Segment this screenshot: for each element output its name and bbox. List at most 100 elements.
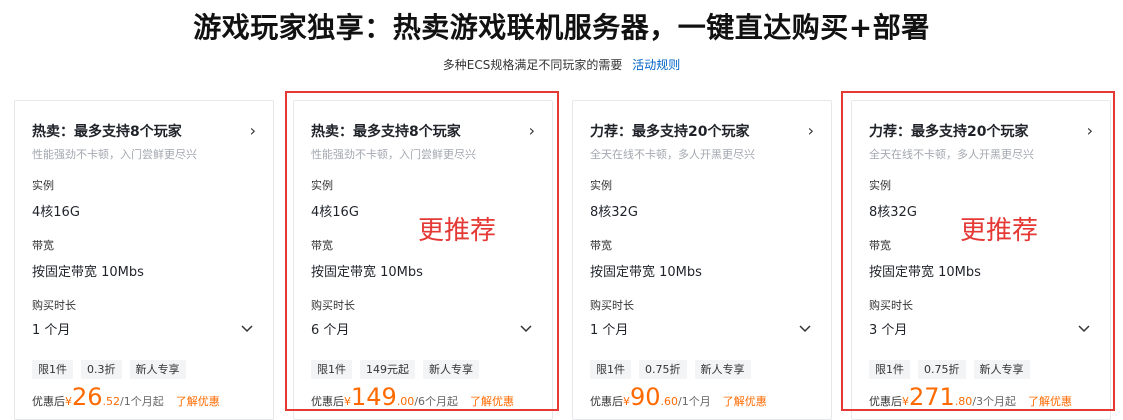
- recommend-annotation: 更推荐: [418, 216, 497, 246]
- duration-label: 购买时长: [590, 299, 634, 312]
- card-subtitle: 全天在线不卡顿，多人开黑更尽兴: [869, 148, 1034, 161]
- price-unit: /1个月起: [120, 395, 164, 408]
- discount-info-link[interactable]: 了解优惠: [723, 395, 767, 408]
- discount-info-link[interactable]: 了解优惠: [1028, 395, 1072, 408]
- instance-value: 8核32G: [590, 205, 638, 220]
- tag-newuser: 新人专享: [129, 360, 186, 379]
- price-decimal: .52: [102, 395, 121, 408]
- card-title: 力荐：最多支持20个玩家: [590, 124, 750, 140]
- price-unit: /3个月起: [972, 395, 1017, 408]
- bandwidth-label: 带宽: [32, 239, 54, 252]
- bandwidth-label: 带宽: [311, 239, 333, 252]
- page-subtitle-row: 多种ECS规格满足不同玩家的需要 活动规则: [0, 56, 1123, 73]
- chevron-down-icon: [520, 325, 532, 333]
- card-subtitle: 性能强劲不卡顿，入门尝鲜更尽兴: [32, 148, 197, 161]
- chevron-right-icon: ›: [249, 121, 256, 140]
- tag-limit: 限1件: [590, 360, 631, 379]
- product-card: 热卖：最多支持8个玩家 › 性能强劲不卡顿，入门尝鲜更尽兴 实例 4核16G 带…: [293, 100, 553, 420]
- instance-label: 实例: [32, 179, 54, 192]
- duration-select[interactable]: 1 个月: [590, 319, 814, 341]
- product-card: 热卖：最多支持8个玩家 › 性能强劲不卡顿，入门尝鲜更尽兴 实例 4核16G 带…: [14, 100, 274, 420]
- currency-symbol: ¥: [344, 395, 351, 408]
- duration-label: 购买时长: [869, 299, 913, 312]
- tag-list: 限1件 0.75折 新人专享: [590, 358, 759, 379]
- card-title: 热卖：最多支持8个玩家: [32, 124, 182, 140]
- product-card: 力荐：最多支持20个玩家 › 全天在线不卡顿，多人开黑更尽兴 实例 8核32G …: [851, 100, 1111, 420]
- instance-value: 4核16G: [311, 205, 359, 220]
- currency-symbol: ¥: [623, 395, 630, 408]
- bandwidth-value: 按固定带宽 10Mbs: [869, 265, 981, 280]
- bandwidth-label: 带宽: [590, 239, 612, 252]
- tag-newuser: 新人专享: [973, 360, 1030, 379]
- tag-limit: 限1件: [32, 360, 73, 379]
- tag-list: 限1件 0.75折 新人专享: [869, 358, 1038, 379]
- duration-label: 购买时长: [311, 299, 355, 312]
- chevron-right-icon: ›: [807, 121, 814, 140]
- chevron-down-icon: [799, 325, 811, 333]
- price-decimal: .60: [660, 395, 679, 408]
- price-prefix: 优惠后: [590, 395, 623, 408]
- duration-value: 1 个月: [590, 323, 629, 338]
- price-unit: /1个月: [678, 395, 711, 408]
- duration-value: 6 个月: [311, 323, 350, 338]
- price-unit: /6个月起: [414, 395, 459, 408]
- page-title: 游戏玩家独享：热卖游戏联机服务器，一键直达购买+部署: [193, 11, 930, 44]
- discount-info-link[interactable]: 了解优惠: [176, 395, 220, 408]
- page-subtitle: 多种ECS规格满足不同玩家的需要: [442, 58, 623, 72]
- instance-value: 4核16G: [32, 205, 80, 220]
- price-row: 优惠后¥26.52/1个月起 了解优惠: [32, 383, 220, 413]
- tag-newuser: 新人专享: [423, 360, 479, 379]
- price-row: 优惠后¥90.60/1个月 了解优惠: [590, 383, 767, 413]
- instance-value: 8核32G: [869, 205, 917, 220]
- card-header-link[interactable]: 力荐：最多支持20个玩家 ›: [590, 121, 814, 143]
- duration-select[interactable]: 3 个月: [869, 319, 1093, 341]
- bandwidth-value: 按固定带宽 10Mbs: [311, 265, 423, 280]
- activity-rules-link[interactable]: 活动规则: [632, 58, 680, 72]
- card-subtitle: 性能强劲不卡顿，入门尝鲜更尽兴: [311, 148, 476, 161]
- card-title: 热卖：最多支持8个玩家: [311, 124, 461, 140]
- tag-discount: 149元起: [360, 360, 415, 379]
- tag-discount: 0.75折: [918, 360, 966, 379]
- price-integer: 149: [351, 383, 397, 411]
- bandwidth-value: 按固定带宽 10Mbs: [32, 265, 144, 280]
- price-decimal: .80: [954, 395, 973, 408]
- card-header-link[interactable]: 力荐：最多支持20个玩家 ›: [869, 121, 1093, 143]
- card-subtitle: 全天在线不卡顿，多人开黑更尽兴: [590, 148, 755, 161]
- tag-list: 限1件 149元起 新人专享: [311, 358, 487, 379]
- product-card: 力荐：最多支持20个玩家 › 全天在线不卡顿，多人开黑更尽兴 实例 8核32G …: [572, 100, 832, 420]
- price-decimal: .00: [396, 395, 415, 408]
- bandwidth-value: 按固定带宽 10Mbs: [590, 265, 702, 280]
- tag-limit: 限1件: [311, 360, 352, 379]
- discount-info-link[interactable]: 了解优惠: [470, 395, 514, 408]
- duration-label: 购买时长: [32, 299, 76, 312]
- price-integer: 90: [630, 383, 661, 411]
- price-integer: 26: [72, 383, 103, 411]
- currency-symbol: ¥: [902, 395, 909, 408]
- instance-label: 实例: [590, 179, 612, 192]
- chevron-right-icon: ›: [1086, 121, 1093, 140]
- duration-value: 1 个月: [32, 323, 71, 338]
- price-prefix: 优惠后: [869, 395, 902, 408]
- card-title: 力荐：最多支持20个玩家: [869, 124, 1029, 140]
- instance-label: 实例: [311, 179, 333, 192]
- tag-list: 限1件 0.3折 新人专享: [32, 358, 194, 379]
- price-row: 优惠后¥149.00/6个月起 了解优惠: [311, 383, 514, 413]
- card-header-link[interactable]: 热卖：最多支持8个玩家 ›: [32, 121, 256, 143]
- chevron-down-icon: [241, 325, 253, 333]
- bandwidth-label: 带宽: [869, 239, 891, 252]
- price-prefix: 优惠后: [32, 395, 65, 408]
- chevron-down-icon: [1078, 325, 1090, 333]
- tag-discount: 0.3折: [81, 360, 122, 379]
- duration-select[interactable]: 1 个月: [32, 319, 256, 341]
- price-integer: 271: [909, 383, 955, 411]
- recommend-annotation: 更推荐: [960, 216, 1039, 246]
- tag-newuser: 新人专享: [694, 360, 751, 379]
- duration-select[interactable]: 6 个月: [311, 319, 535, 341]
- chevron-right-icon: ›: [528, 121, 535, 140]
- card-header-link[interactable]: 热卖：最多支持8个玩家 ›: [311, 121, 535, 143]
- duration-value: 3 个月: [869, 323, 908, 338]
- instance-label: 实例: [869, 179, 891, 192]
- tag-discount: 0.75折: [639, 360, 687, 379]
- currency-symbol: ¥: [65, 395, 72, 408]
- price-row: 优惠后¥271.80/3个月起 了解优惠: [869, 383, 1072, 413]
